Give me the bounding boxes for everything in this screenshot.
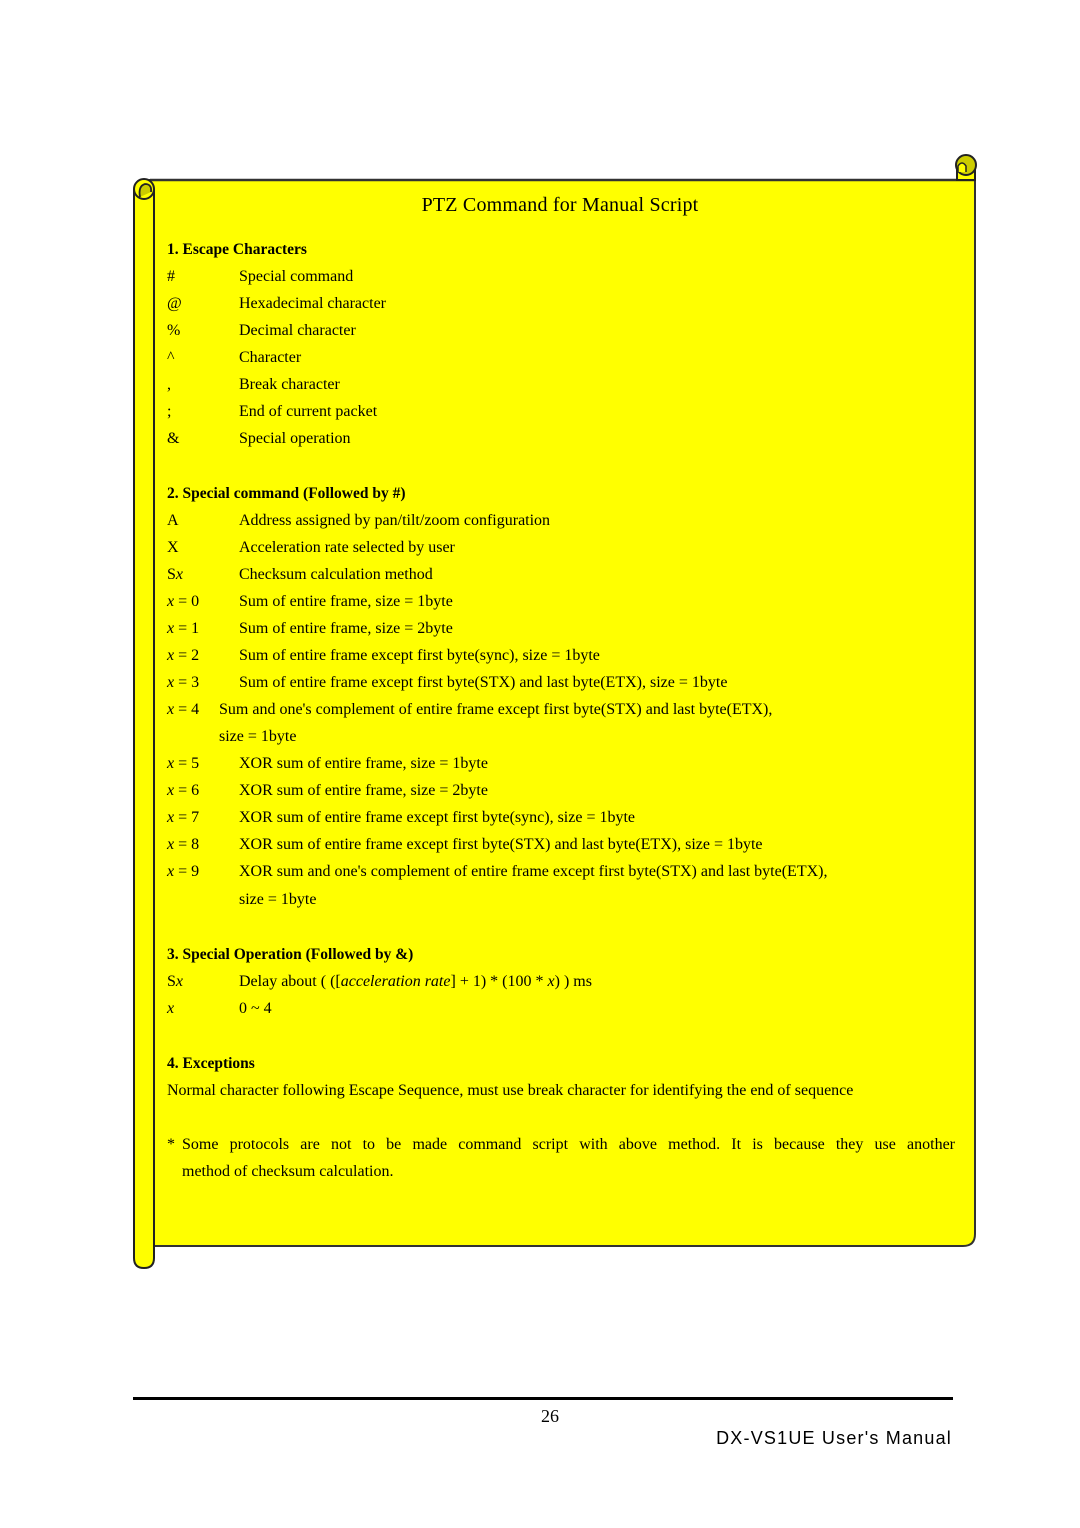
operation-key: Sx: [167, 972, 183, 992]
escape-key: %: [167, 322, 181, 339]
desc-var: x: [547, 973, 555, 990]
escape-desc: Special operation: [239, 430, 351, 447]
key-suffix: = 4: [174, 701, 200, 718]
key-suffix: = 9: [174, 863, 200, 880]
command-desc: Acceleration rate selected by user: [239, 539, 455, 556]
escape-key: ,: [167, 376, 171, 393]
desc-italic: acceleration rate: [340, 973, 451, 990]
command-key: x = 5: [167, 754, 199, 774]
note-line-1: Some protocols are not to be made comman…: [182, 1136, 955, 1153]
desc-part: Delay about ( ([: [239, 973, 341, 990]
operation-desc: 0 ~ 4: [239, 1000, 272, 1017]
escape-desc: Special command: [239, 268, 354, 285]
command-desc: XOR sum of entire frame except first byt…: [239, 809, 636, 826]
escape-desc: Break character: [239, 376, 340, 393]
footer-divider: [133, 1397, 953, 1400]
key-suffix: = 7: [174, 809, 200, 826]
key-suffix: = 5: [174, 755, 200, 772]
key-var: x: [175, 566, 184, 583]
escape-key: #: [167, 268, 175, 285]
command-desc-continuation: size = 1byte: [219, 728, 297, 745]
escape-desc: Decimal character: [239, 322, 356, 339]
command-desc: Address assigned by pan/tilt/zoom config…: [239, 512, 551, 529]
command-desc: Sum of entire frame, size = 2byte: [239, 620, 453, 637]
scroll-banner: [133, 154, 977, 1270]
command-desc: XOR sum of entire frame, size = 1byte: [239, 755, 488, 772]
key-suffix: = 2: [174, 647, 200, 664]
page-title: PTZ Command for Manual Script: [421, 194, 699, 216]
note-marker: *: [167, 1136, 175, 1153]
command-key: x = 6: [167, 781, 199, 801]
command-desc: XOR sum of entire frame, size = 2byte: [239, 782, 488, 799]
command-key: x = 9: [167, 862, 199, 882]
command-key: x = 0: [167, 592, 199, 612]
escape-desc: Hexadecimal character: [239, 295, 387, 312]
escape-key: @: [167, 295, 182, 312]
command-desc: Sum of entire frame except first byte(sy…: [239, 647, 600, 664]
command-key: x = 2: [167, 646, 199, 666]
command-key: x = 1: [167, 619, 199, 639]
key-suffix: = 3: [174, 674, 200, 691]
key-var: x: [175, 973, 184, 990]
command-desc: XOR sum and one's complement of entire f…: [239, 863, 828, 880]
command-desc: XOR sum of entire frame except first byt…: [239, 836, 763, 853]
key-suffix: = 0: [174, 593, 200, 610]
section-heading-special-command: 2. Special command (Followed by #): [167, 485, 406, 502]
command-desc: Checksum calculation method: [239, 566, 433, 583]
section-heading-escape-characters: 1. Escape Characters: [167, 241, 307, 258]
command-desc: Sum of entire frame, size = 1byte: [239, 593, 453, 610]
command-key: x = 7: [167, 808, 199, 828]
operation-key: x: [167, 1000, 175, 1017]
escape-desc: Character: [239, 349, 302, 366]
command-key: Sx: [167, 565, 183, 585]
command-key: x = 3: [167, 673, 199, 693]
desc-part: ) ) ms: [554, 973, 592, 990]
key-prefix: S: [167, 973, 176, 990]
command-key: X: [167, 539, 179, 556]
command-key: x = 8: [167, 835, 199, 855]
command-desc-continuation: size = 1byte: [239, 891, 317, 908]
page-number: 26: [541, 1406, 559, 1426]
note-line-2: method of checksum calculation.: [182, 1163, 394, 1180]
command-key: A: [167, 512, 179, 529]
key-suffix: = 8: [174, 836, 200, 853]
left-roll: [133, 189, 155, 1270]
escape-key: ;: [167, 403, 172, 420]
command-desc: Sum and one's complement of entire frame…: [219, 701, 773, 718]
exceptions-text: Normal character following Escape Sequen…: [167, 1082, 854, 1099]
section-heading-special-operation: 3. Special Operation (Followed by &): [167, 946, 414, 963]
operation-desc: Delay about ( ([acceleration rate] + 1) …: [239, 972, 592, 992]
escape-desc: End of current packet: [239, 403, 378, 420]
escape-key: ^: [167, 349, 175, 366]
key-prefix: S: [167, 566, 176, 583]
command-desc: Sum of entire frame except first byte(ST…: [239, 674, 728, 691]
section-heading-exceptions: 4. Exceptions: [167, 1055, 255, 1072]
desc-part: ] + 1) * (100 *: [450, 973, 548, 990]
escape-key: &: [167, 430, 180, 447]
key-suffix: = 1: [174, 620, 200, 637]
manual-title: DX-VS1UE User's Manual: [716, 1428, 952, 1448]
command-key: x = 4: [167, 700, 199, 720]
key-suffix: = 6: [174, 782, 200, 799]
